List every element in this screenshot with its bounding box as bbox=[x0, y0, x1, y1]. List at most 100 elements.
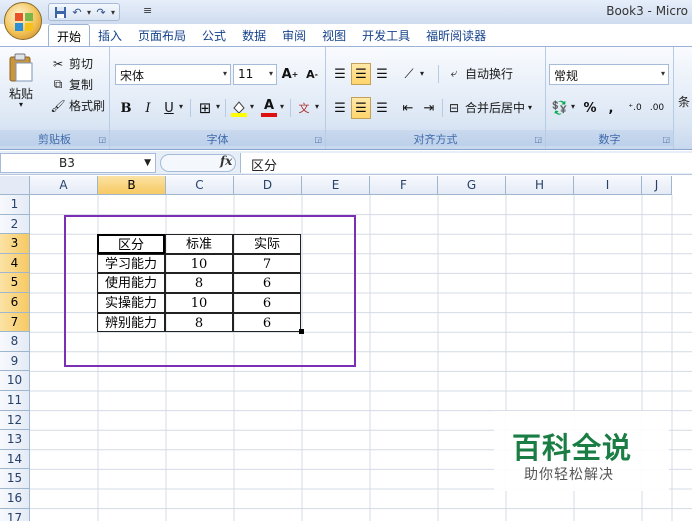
undo-dropdown-icon[interactable]: ▾ bbox=[87, 8, 91, 17]
wrap-text-icon: ⤶ bbox=[450, 66, 458, 80]
font-launcher-icon[interactable]: ◲ bbox=[314, 135, 322, 144]
clipboard-launcher-icon[interactable]: ◲ bbox=[98, 135, 106, 144]
row-header-7[interactable]: 7 bbox=[0, 312, 30, 333]
number-format-combo[interactable]: 常规 ▾ bbox=[549, 64, 669, 85]
column-header-a[interactable]: A bbox=[30, 176, 98, 195]
row-header-12[interactable]: 12 bbox=[0, 410, 30, 431]
column-header-g[interactable]: G bbox=[438, 176, 506, 195]
borders-icon[interactable]: ⊞ bbox=[194, 97, 216, 119]
name-box[interactable]: B3 ▼ bbox=[0, 153, 156, 173]
column-header-c[interactable]: C bbox=[166, 176, 234, 195]
row-header-13[interactable]: 13 bbox=[0, 430, 30, 450]
align-bottom-icon[interactable]: ☰ bbox=[372, 63, 392, 85]
ribbon: 粘贴 ▾ ✂ 剪切 ⧉ 复制 🖌 格式刷 剪贴板 ◲ 宋体 ▾ 11 ▾ A + A-… bbox=[0, 46, 692, 150]
underline-dropdown-icon[interactable]: ▾ bbox=[179, 102, 183, 111]
font-group: 宋体 ▾ 11 ▾ A + A- B I U ▾ ⊞ ▾ ▾ A ▾ 文 ▾ 字体 ◲ bbox=[110, 47, 326, 149]
align-right-icon[interactable]: ☰ bbox=[372, 97, 392, 119]
cut-button[interactable]: ✂ 剪切 bbox=[50, 55, 93, 72]
format-painter-button[interactable]: 🖌 格式刷 bbox=[50, 97, 105, 114]
font-color-dropdown-icon[interactable]: ▾ bbox=[280, 102, 284, 111]
redo-icon[interactable]: ↷ bbox=[94, 5, 108, 19]
tab-developer[interactable]: 开发工具 bbox=[354, 24, 418, 46]
column-header-j[interactable]: J bbox=[642, 176, 672, 195]
row-header-3[interactable]: 3 bbox=[0, 234, 30, 254]
fill-color-dropdown-icon[interactable]: ▾ bbox=[250, 102, 254, 111]
tab-page-layout[interactable]: 页面布局 bbox=[130, 24, 194, 46]
align-left-icon[interactable]: ☰ bbox=[330, 97, 350, 119]
column-header-i[interactable]: I bbox=[574, 176, 642, 195]
row-header-11[interactable]: 11 bbox=[0, 391, 30, 411]
tab-data[interactable]: 数据 bbox=[234, 24, 274, 46]
align-center-icon[interactable]: ☰ bbox=[351, 97, 371, 119]
redo-dropdown-icon[interactable]: ▾ bbox=[111, 8, 115, 17]
wrap-text-button[interactable]: ⤶ 自动换行 bbox=[446, 65, 513, 82]
font-color-icon[interactable]: A bbox=[258, 97, 280, 119]
merge-center-button[interactable]: ⊟ 合并后居中 ▾ bbox=[446, 99, 532, 116]
undo-icon[interactable]: ↶ bbox=[70, 5, 84, 19]
number-launcher-icon[interactable]: ◲ bbox=[662, 135, 670, 144]
chevron-down-icon[interactable]: ▼ bbox=[144, 158, 151, 168]
styles-group: 条 bbox=[674, 47, 692, 149]
row-header-2[interactable]: 2 bbox=[0, 214, 30, 235]
formula-input[interactable]: 区分 bbox=[240, 153, 692, 174]
copy-button[interactable]: ⧉ 复制 bbox=[50, 76, 93, 93]
row-header-9[interactable]: 9 bbox=[0, 351, 30, 372]
save-icon[interactable] bbox=[53, 5, 67, 19]
office-button[interactable] bbox=[4, 2, 42, 40]
phonetic-guide-icon[interactable]: 文 bbox=[293, 97, 315, 119]
row-header-5[interactable]: 5 bbox=[0, 273, 30, 293]
row-header-10[interactable]: 10 bbox=[0, 371, 30, 391]
comma-button[interactable]: , bbox=[602, 97, 620, 119]
font-size-combo[interactable]: 11 ▾ bbox=[233, 64, 277, 85]
row-header-14[interactable]: 14 bbox=[0, 449, 30, 470]
alignment-launcher-icon[interactable]: ◲ bbox=[534, 135, 542, 144]
paste-dropdown-icon[interactable]: ▾ bbox=[19, 100, 23, 109]
column-header-e[interactable]: E bbox=[302, 176, 370, 195]
font-name-combo[interactable]: 宋体 ▾ bbox=[115, 64, 231, 85]
decrease-indent-icon[interactable]: ⇤ bbox=[398, 97, 418, 119]
grow-font-icon[interactable]: A + bbox=[280, 63, 300, 85]
align-middle-icon[interactable]: ☰ bbox=[351, 63, 371, 85]
paste-button[interactable]: 粘贴 ▾ bbox=[8, 53, 34, 109]
tab-review[interactable]: 审阅 bbox=[274, 24, 314, 46]
currency-dropdown-icon[interactable]: ▾ bbox=[571, 102, 575, 111]
borders-dropdown-icon[interactable]: ▾ bbox=[216, 102, 220, 111]
currency-icon[interactable]: 💱 bbox=[549, 97, 571, 119]
decrease-decimal-icon[interactable]: .00 bbox=[647, 97, 667, 119]
row-header-17[interactable]: 17 bbox=[0, 508, 30, 521]
row-header-4[interactable]: 4 bbox=[0, 253, 30, 274]
column-header-f[interactable]: F bbox=[370, 176, 438, 195]
fill-handle[interactable] bbox=[299, 329, 304, 335]
customize-qat-icon[interactable]: ≡ bbox=[143, 4, 152, 17]
styles-partial-label[interactable]: 条 bbox=[678, 93, 690, 110]
italic-button[interactable]: I bbox=[138, 97, 158, 119]
copy-icon: ⧉ bbox=[53, 77, 63, 91]
bold-button[interactable]: B bbox=[116, 97, 136, 119]
fill-color-icon[interactable] bbox=[228, 97, 250, 119]
row-header-15[interactable]: 15 bbox=[0, 469, 30, 489]
column-header-d[interactable]: D bbox=[234, 176, 302, 195]
align-top-icon[interactable]: ☰ bbox=[330, 63, 350, 85]
increase-decimal-icon[interactable]: ⁺.0 bbox=[625, 97, 645, 119]
tab-foxit-reader[interactable]: 福昕阅读器 bbox=[418, 24, 494, 46]
shrink-font-icon[interactable]: A- bbox=[302, 63, 322, 85]
phonetic-dropdown-icon[interactable]: ▾ bbox=[315, 102, 319, 111]
column-header-b[interactable]: B bbox=[98, 176, 166, 195]
insert-function-icon[interactable]: fx bbox=[220, 154, 232, 168]
orientation-icon[interactable]: ⟋ bbox=[398, 63, 420, 85]
tab-view[interactable]: 视图 bbox=[314, 24, 354, 46]
row-header-6[interactable]: 6 bbox=[0, 293, 30, 313]
percent-button[interactable]: % bbox=[580, 97, 600, 119]
row-header-16[interactable]: 16 bbox=[0, 489, 30, 509]
tab-insert[interactable]: 插入 bbox=[90, 24, 130, 46]
orientation-dropdown-icon[interactable]: ▾ bbox=[420, 69, 424, 78]
underline-button[interactable]: U bbox=[160, 97, 178, 119]
row-header-1[interactable]: 1 bbox=[0, 195, 30, 215]
select-all-corner[interactable] bbox=[0, 176, 30, 195]
increase-indent-icon[interactable]: ⇥ bbox=[419, 97, 439, 119]
row-header-8[interactable]: 8 bbox=[0, 332, 30, 352]
merge-dropdown-icon[interactable]: ▾ bbox=[528, 103, 532, 112]
tab-home[interactable]: 开始 bbox=[48, 24, 91, 46]
column-header-h[interactable]: H bbox=[506, 176, 574, 195]
tab-formulas[interactable]: 公式 bbox=[194, 24, 234, 46]
